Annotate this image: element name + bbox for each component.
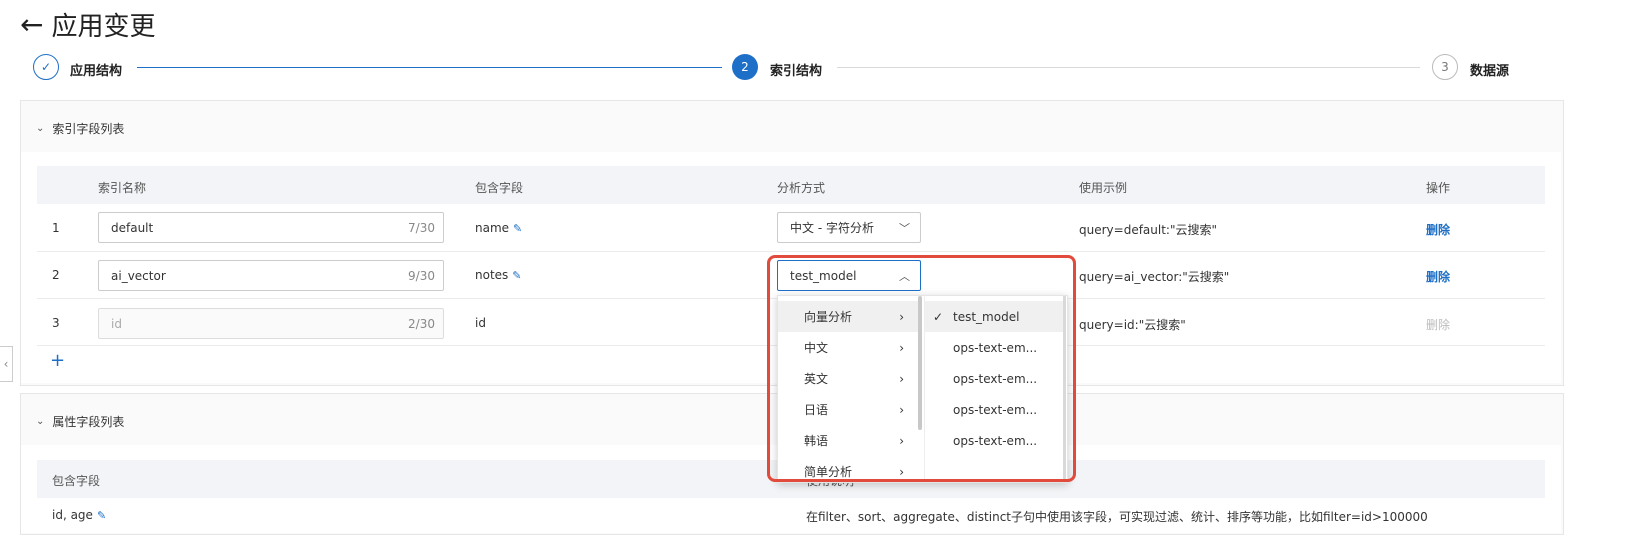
step-3-number: 3 — [1432, 54, 1458, 80]
field-name: notes — [475, 268, 509, 282]
arrow-left-icon[interactable]: ← — [20, 10, 43, 39]
col-fields: 包含字段 — [475, 181, 524, 195]
attr-col-field: 包含字段 — [52, 474, 101, 488]
index-name-value: default — [111, 220, 154, 235]
index-name-input-1[interactable]: default 7/30 — [98, 212, 444, 243]
step-line-2 — [837, 67, 1420, 68]
attr-field-names: id, age — [52, 508, 93, 522]
field-name: name — [475, 221, 510, 235]
index-name-value: ai_vector — [111, 268, 166, 283]
char-counter: 7/30 — [408, 220, 435, 235]
page-header: ← 应用变更 — [20, 6, 155, 43]
row-1-example: query=default:"云搜索" — [1079, 223, 1218, 237]
char-counter: 2/30 — [408, 316, 435, 331]
analysis-select-1[interactable]: 中文 - 字符分析 ﹀ — [777, 212, 921, 243]
step-2-label: 索引结构 — [770, 64, 823, 79]
sidebar-collapse-tab[interactable]: ‹ — [0, 346, 13, 382]
row-divider — [37, 251, 1545, 252]
col-index-name: 索引名称 — [98, 181, 147, 195]
row-3-number: 3 — [52, 316, 60, 330]
step-1-label: 应用结构 — [70, 64, 123, 79]
row-2-field: notes ✎ — [475, 268, 522, 282]
highlight-box — [767, 255, 1076, 482]
row-2-example: query=ai_vector:"云搜索" — [1079, 270, 1230, 284]
row-3-field: id — [475, 316, 486, 330]
attr-panel-toggle[interactable]: ⌄ 属性字段列表 — [36, 413, 124, 430]
chevron-down-icon: ⌄ — [36, 416, 45, 427]
index-name-input-2[interactable]: ai_vector 9/30 — [98, 260, 444, 291]
chevron-left-icon: ‹ — [3, 357, 9, 371]
row-3-example: query=id:"云搜索" — [1079, 318, 1186, 332]
index-name-value: id — [111, 316, 122, 331]
delete-link-1[interactable]: 删除 — [1426, 221, 1450, 238]
analysis-value: 中文 - 字符分析 — [790, 221, 874, 235]
attr-row-field: id, age ✎ — [52, 508, 106, 522]
attr-row-desc: 在filter、sort、aggregate、distinct子句中使用该字段，… — [806, 510, 1428, 524]
col-analysis: 分析方式 — [777, 181, 826, 195]
attr-panel-title: 属性字段列表 — [52, 415, 125, 429]
step-1-check-icon: ✓ — [33, 54, 59, 80]
chevron-down-icon: ﹀ — [899, 221, 910, 235]
step-3-label: 数据源 — [1470, 64, 1510, 79]
page-title: 应用变更 — [51, 12, 156, 42]
row-1-number: 1 — [52, 221, 60, 235]
edit-icon[interactable]: ✎ — [512, 269, 521, 282]
row-1-field: name ✎ — [475, 221, 522, 235]
col-action: 操作 — [1426, 181, 1451, 195]
step-2-number: 2 — [732, 54, 758, 80]
add-row-button[interactable]: + — [50, 350, 65, 371]
step-line-1 — [137, 67, 722, 68]
index-name-input-3: id 2/30 — [98, 308, 444, 339]
edit-icon[interactable]: ✎ — [97, 509, 106, 522]
index-panel-toggle[interactable]: ⌄ 索引字段列表 — [36, 120, 124, 137]
index-panel-title: 索引字段列表 — [52, 122, 125, 136]
chevron-down-icon: ⌄ — [36, 123, 45, 134]
row-2-number: 2 — [52, 268, 60, 282]
delete-link-2[interactable]: 删除 — [1426, 268, 1450, 285]
edit-icon[interactable]: ✎ — [513, 222, 522, 235]
delete-link-3: 删除 — [1426, 318, 1451, 332]
char-counter: 9/30 — [408, 268, 435, 283]
col-example: 使用示例 — [1079, 181, 1128, 195]
